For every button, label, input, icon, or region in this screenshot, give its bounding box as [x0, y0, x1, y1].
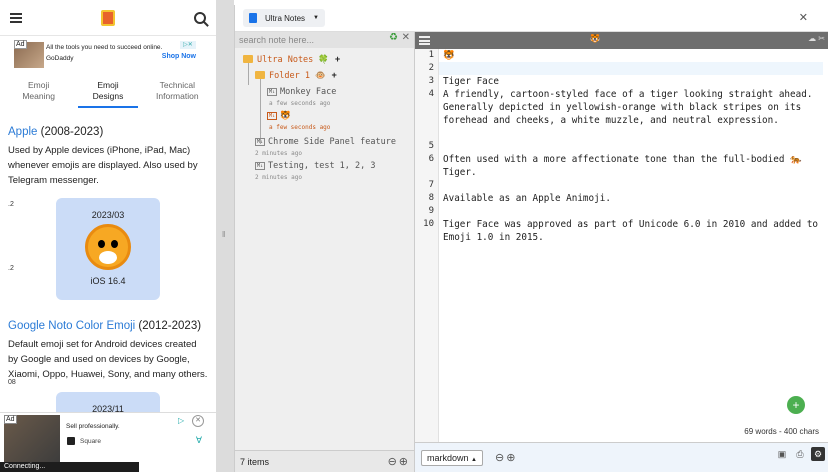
ultra-notes-side-panel: Ultra Notes ▼ ✕ search note here... ♻ ✕ …	[234, 5, 828, 472]
folder-icon	[255, 71, 265, 79]
ad-brand: Square	[80, 438, 101, 445]
recycle-icon[interactable]: ♻	[389, 32, 398, 43]
edge-tick: 08	[8, 379, 16, 386]
ad-shop-now-link[interactable]: Shop Now	[162, 53, 196, 60]
note-editor[interactable]: 🐯 ☁ ✂ 1 2 3 4 5 6 7 8 9 10 🐯 Tiger Face A friendl…	[415, 32, 828, 472]
add-note-button[interactable]: +	[787, 396, 805, 414]
tree-folder[interactable]: Folder 1 🐵 +	[235, 68, 414, 84]
mode-select[interactable]: markdown ▲	[421, 449, 483, 466]
note-item-active[interactable]: M↓ 🐯 a few seconds ago	[235, 108, 414, 132]
add-icon[interactable]: +	[332, 71, 337, 81]
ad-close-icon[interactable]: ▷✕	[180, 41, 196, 49]
editor-toolbar: 🐯 ☁ ✂	[415, 32, 828, 49]
ad-text: All the tools you need to succeed online…	[46, 44, 163, 62]
markdown-icon: M↓	[267, 88, 278, 96]
side-panel-resize-handle[interactable]: ‖	[216, 0, 234, 472]
print-icon[interactable]: ⎙	[793, 447, 807, 461]
side-panel-title: Ultra Notes	[265, 13, 306, 23]
apple-emoji-card[interactable]: 2023/03 iOS 16.4	[56, 198, 160, 300]
site-header	[0, 0, 216, 36]
site-logo[interactable]	[101, 9, 115, 26]
hamburger-menu-icon[interactable]	[10, 12, 22, 23]
items-count: 7 items	[240, 456, 270, 467]
google-description: Default emoji set for Android devices cr…	[8, 339, 208, 380]
editor-content[interactable]: 🐯 Tiger Face A friendly, cartoon-styled …	[439, 49, 823, 244]
gear-icon[interactable]: ⚙	[811, 447, 825, 461]
ad-info-icon[interactable]: ▷	[178, 416, 184, 425]
ad-label: Ad	[4, 415, 17, 424]
note-item[interactable]: M↓ Monkey Face a few seconds ago	[235, 84, 414, 108]
tiger-icon: 🐯	[590, 34, 600, 43]
square-logo-icon	[67, 437, 75, 445]
word-count: 69 words - 400 chars	[744, 427, 819, 436]
tab-emoji-designs[interactable]: Emoji Designs	[77, 80, 138, 108]
add-icon[interactable]: +	[335, 55, 340, 65]
clear-search-icon[interactable]: ✕	[402, 32, 410, 43]
edge-tick: .2	[8, 265, 14, 272]
menu-icon[interactable]	[419, 36, 430, 45]
tab-emoji-meaning[interactable]: Emoji Meaning	[9, 80, 69, 108]
markdown-icon: M↓	[255, 162, 266, 170]
side-panel-header: Ultra Notes ▼ ✕	[235, 5, 828, 32]
notes-footer: 7 items ⊖⊕	[235, 450, 414, 472]
apple-description: Used by Apple devices (iPhone, iPad, Mac…	[8, 145, 198, 186]
close-icon[interactable]: ✕	[799, 11, 808, 24]
google-link[interactable]: Google Noto Color Emoji	[8, 320, 135, 332]
ad-label: Ad	[14, 40, 27, 49]
zoom-icons[interactable]: ⊖⊕	[388, 455, 410, 468]
notes-sidebar: search note here... ♻ ✕ Ultra Notes 🍀 + F…	[235, 32, 415, 472]
apple-link[interactable]: Apple	[8, 126, 37, 138]
vendor-heading-apple: Apple (2008-2023)	[8, 126, 104, 138]
folder-icon	[243, 55, 253, 63]
notes-tree: Ultra Notes 🍀 + Folder 1 🐵 + M↓ Monkey Face…	[235, 48, 414, 182]
ad-headline: Sell professionally.	[66, 423, 120, 430]
tab-technical-information[interactable]: Technical Information	[147, 80, 207, 108]
emoji-tabs: Emoji Meaning Emoji Designs Technical Infor…	[0, 80, 216, 108]
tree-root[interactable]: Ultra Notes 🍀 +	[235, 52, 414, 68]
vendor-heading-google: Google Noto Color Emoji (2012-2023)	[8, 320, 202, 332]
document-icon	[249, 13, 257, 23]
markdown-icon: M↓	[267, 112, 278, 120]
side-panel-selector[interactable]: Ultra Notes ▼	[243, 9, 325, 27]
markdown-icon: M↓	[255, 138, 266, 146]
editor-footer: markdown ▲ ⊖⊕ ▣ ⎙ ⚙	[415, 442, 828, 472]
search-input[interactable]: search note here...	[235, 32, 414, 48]
connecting-status: Connecting...	[0, 462, 139, 472]
design-date: 2023/03	[91, 210, 125, 220]
design-date: 2023/11	[92, 404, 124, 414]
ad-close-icon[interactable]: ✕	[192, 415, 204, 427]
grip-icon: ‖	[222, 230, 226, 239]
note-item[interactable]: M↓ Testing, test 1, 2, 3 2 minutes ago	[235, 158, 414, 182]
save-icon[interactable]: ▣	[775, 447, 789, 461]
search-icon[interactable]	[194, 11, 206, 24]
line-numbers: 1 2 3 4 5 6 7 8 9 10	[415, 49, 439, 472]
os-version: iOS 16.4	[90, 276, 126, 286]
cloud-icon[interactable]: ☁ ✂	[808, 34, 825, 43]
emoji-website: Ad All the tools you need to succeed onl…	[0, 0, 216, 472]
tiger-face-image	[85, 224, 131, 270]
zoom-icons[interactable]: ⊖⊕	[495, 451, 517, 464]
ad-filter-icon[interactable]: ∀	[196, 435, 202, 446]
chevron-down-icon: ▼	[313, 15, 319, 21]
edge-tick: .2	[8, 201, 14, 208]
ad-banner-top[interactable]: Ad All the tools you need to succeed onl…	[0, 38, 216, 70]
note-item[interactable]: M↓ Chrome Side Panel feature 2 minutes ag…	[235, 134, 414, 158]
